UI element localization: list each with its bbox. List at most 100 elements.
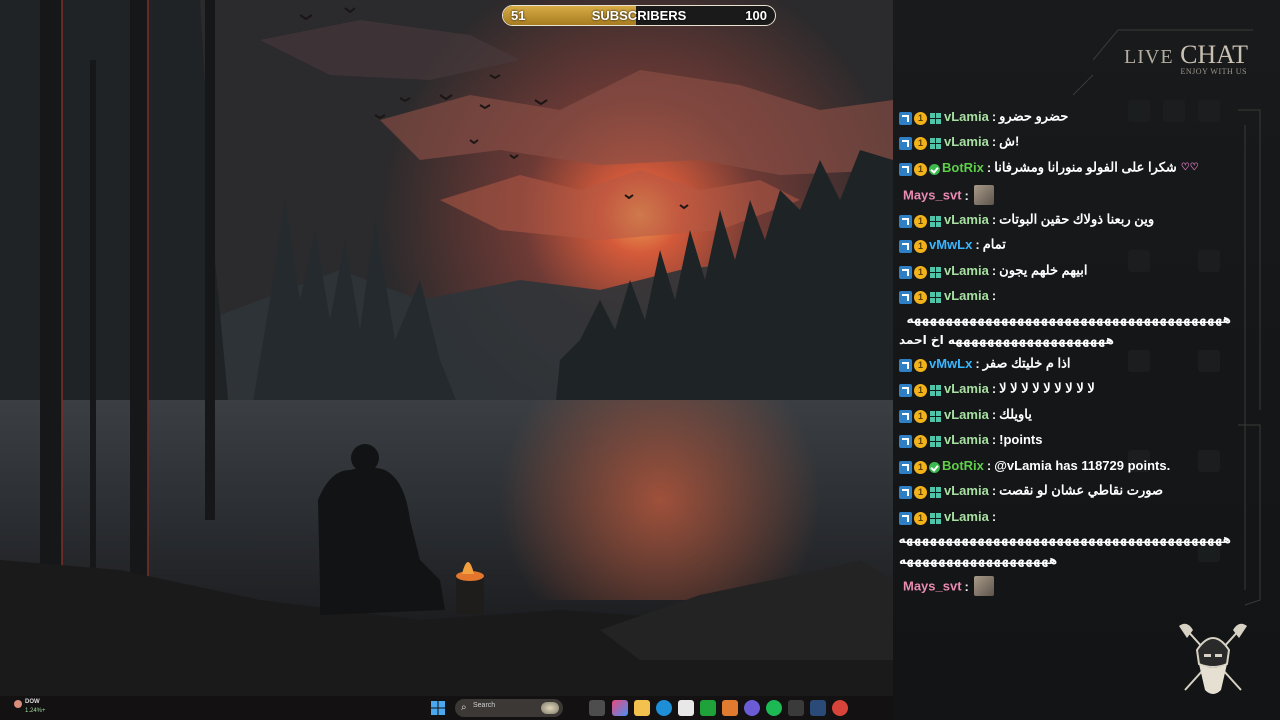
- terminal-taskbar-icon[interactable]: [788, 700, 804, 716]
- discord-taskbar-icon[interactable]: [744, 700, 760, 716]
- viking-logo: [1179, 623, 1247, 694]
- chat-message: vLamia:ش!: [899, 133, 1229, 153]
- badge-group: [899, 510, 944, 526]
- coin-badge-icon: [914, 384, 927, 398]
- badge-group: [899, 433, 944, 449]
- grid-badge-icon: [929, 384, 942, 398]
- spotify-taskbar-icon[interactable]: [766, 700, 782, 716]
- chat-message: vLamia:ابيهم خلهم يجون: [899, 262, 1229, 282]
- chat-username[interactable]: vLamia: [944, 263, 989, 278]
- chat-message: Mays_svt:: [899, 576, 1229, 596]
- steam-taskbar-icon[interactable]: [810, 700, 826, 716]
- chat-message: vLamia:حضرو حضرو: [899, 108, 1229, 128]
- coin-badge-icon: [914, 410, 927, 424]
- arrow-badge-icon: [899, 435, 912, 449]
- chrome-taskbar-icon[interactable]: [589, 700, 605, 716]
- arrow-badge-icon: [899, 137, 912, 151]
- coin-badge-icon: [914, 359, 927, 373]
- chat-message: vLamia:: [899, 508, 1229, 528]
- search-placeholder: Search: [473, 702, 496, 709]
- chat-separator: :: [991, 407, 997, 423]
- badge-group: [899, 161, 942, 177]
- grid-badge-icon: [929, 266, 942, 280]
- chat-message-continuation: هههههههههههههههههههه: [899, 553, 1059, 567]
- coin-badge-icon: [914, 512, 927, 526]
- chat-username[interactable]: vMwLx: [929, 356, 972, 371]
- chat-username[interactable]: vLamia: [944, 483, 989, 498]
- chat-username[interactable]: vMwLx: [929, 237, 972, 252]
- grid-badge-icon: [929, 137, 942, 151]
- coin-badge-icon: [914, 461, 927, 475]
- obs-taskbar-icon[interactable]: [832, 700, 848, 716]
- chat-message-text: صورت نقاطي عشان لو نقصت: [999, 482, 1163, 498]
- chat-separator: :: [991, 134, 997, 150]
- arrow-badge-icon: [899, 240, 912, 254]
- search-icon: ⌕: [461, 702, 467, 713]
- chat-separator: :: [975, 237, 980, 253]
- coin-badge-icon: [914, 266, 927, 280]
- taskbar-stock-widget[interactable]: DOW 1.24%+: [11, 698, 51, 718]
- chat-message: vLamia:: [899, 287, 1229, 307]
- edge-taskbar-icon[interactable]: [656, 700, 672, 716]
- badge-group: [899, 408, 944, 424]
- chat-message: vMwLx:تمام: [899, 236, 1229, 256]
- chat-message: vLamia:ياويلك: [899, 406, 1229, 426]
- chat-message-text: ش!: [999, 133, 1020, 149]
- copilot-taskbar-icon[interactable]: [612, 700, 628, 716]
- chat-message-text: وين ربعنا ذولاك حقين البوتات: [999, 211, 1155, 227]
- chat-subtitle: ENJOY WITH US: [1180, 67, 1247, 76]
- arrow-badge-icon: [899, 163, 912, 177]
- arrow-badge-icon: [899, 512, 912, 526]
- coin-badge-icon: [914, 486, 927, 500]
- badge-group: [899, 110, 944, 126]
- chat-username[interactable]: vLamia: [944, 381, 989, 396]
- arrow-badge-icon: [899, 359, 912, 373]
- chat-separator: :: [991, 381, 997, 397]
- chat-message-text: حضرو حضرو: [999, 108, 1069, 124]
- chat-username[interactable]: vLamia: [944, 212, 989, 227]
- file-explorer-taskbar-icon[interactable]: [634, 700, 650, 716]
- grid-badge-icon: [929, 112, 942, 126]
- chat-username[interactable]: vLamia: [944, 109, 989, 124]
- grid-badge-icon: [929, 512, 942, 526]
- stock-change: 1.24%+: [25, 708, 46, 714]
- chat-message: vLamia:لا لا لا لا لا لا لا لا لا: [899, 380, 1229, 400]
- chat-message-continuation: هههههههههههههههههههههههههههههههههههههههه…: [899, 532, 1231, 546]
- arrow-badge-icon: [899, 266, 912, 280]
- chat-username[interactable]: vLamia: [944, 407, 989, 422]
- chat-message: Mays_svt:: [899, 185, 1229, 205]
- app-a-taskbar-icon[interactable]: [722, 700, 738, 716]
- store-taskbar-icon[interactable]: [678, 700, 694, 716]
- chat-title: LIVE CHAT: [1124, 40, 1248, 70]
- chat-username[interactable]: vLamia: [944, 134, 989, 149]
- xbox-taskbar-icon[interactable]: [700, 700, 716, 716]
- chat-separator: :: [991, 509, 997, 525]
- chat-message: vMwLx:اذا م خليتك صفر: [899, 355, 1229, 375]
- arrow-badge-icon: [899, 486, 912, 500]
- chat-username[interactable]: vLamia: [944, 288, 989, 303]
- desktop-wallpaper: [0, 0, 893, 720]
- chat-separator: :: [975, 356, 980, 372]
- taskbar-search-box[interactable]: ⌕ Search: [455, 699, 563, 717]
- goal-label: SUBSCRIBERS: [591, 8, 687, 23]
- chat-username[interactable]: BotRix: [942, 458, 984, 473]
- check-badge-icon: [929, 164, 940, 176]
- chat-username[interactable]: Mays_svt: [903, 188, 962, 203]
- chat-username[interactable]: BotRix: [942, 160, 984, 175]
- chat-separator: :: [986, 160, 992, 176]
- coin-badge-icon: [914, 435, 927, 449]
- coin-badge-icon: [914, 240, 927, 254]
- chat-message-text: اذا م خليتك صفر: [982, 355, 1071, 371]
- arrow-badge-icon: [899, 461, 912, 475]
- chat-username[interactable]: vLamia: [944, 509, 989, 524]
- windows-start-icon[interactable]: [430, 700, 446, 716]
- chat-username[interactable]: vLamia: [944, 432, 989, 447]
- chat-separator: :: [991, 109, 997, 125]
- chat-separator: :: [991, 288, 997, 304]
- chat-separator: :: [991, 212, 997, 228]
- chat-username[interactable]: Mays_svt: [903, 579, 962, 594]
- grid-badge-icon: [929, 215, 942, 229]
- chat-message-text: @vLamia has 118729 points.: [994, 458, 1171, 474]
- arrow-badge-icon: [899, 291, 912, 305]
- coin-badge-icon: [914, 163, 927, 177]
